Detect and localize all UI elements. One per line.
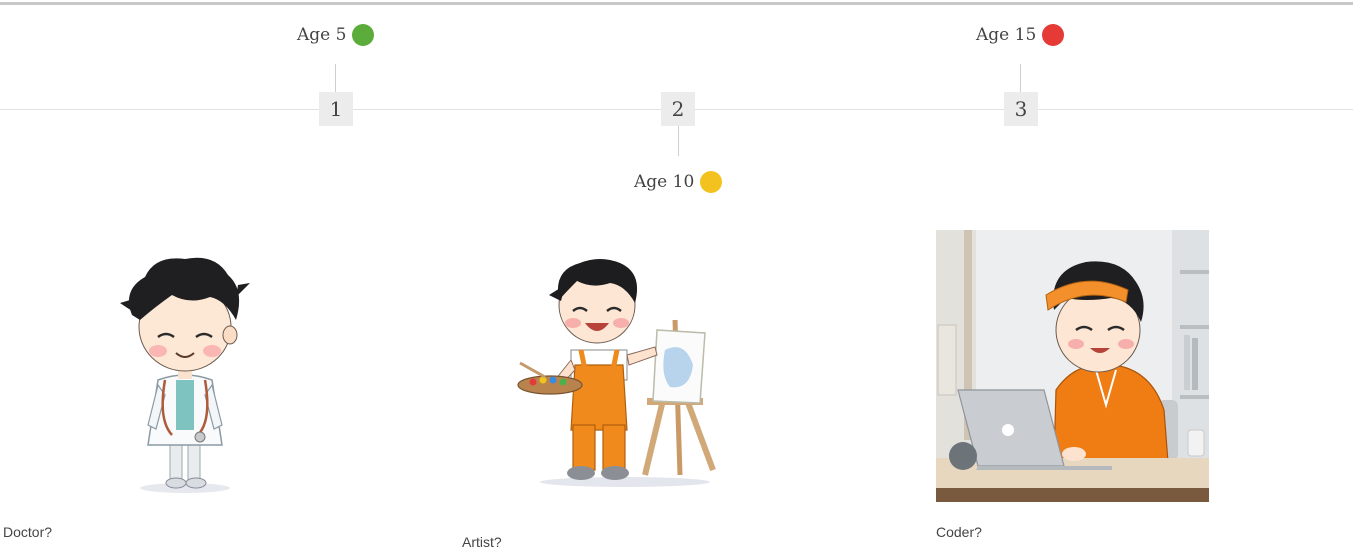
caption-artist: Artist? (462, 534, 502, 550)
coder-boy-illustration (936, 230, 1209, 502)
red-status-dot-icon (1042, 24, 1065, 46)
artist-boy-illustration (517, 259, 716, 487)
top-divider (0, 2, 1353, 5)
doctor-boy-illustration (120, 257, 250, 493)
milestone-1-age: Age 5 (297, 24, 375, 46)
caption-doctor: Doctor? (3, 524, 53, 540)
green-status-dot-icon (352, 24, 375, 46)
milestone-3-age-label: Age 15 (976, 25, 1037, 45)
milestone-1-connector (335, 64, 336, 92)
caption-coder: Coder? (936, 524, 982, 540)
yellow-status-dot-icon (700, 171, 723, 193)
milestone-3-age: Age 15 (976, 24, 1065, 46)
step-2-marker[interactable]: 2 (661, 92, 695, 126)
milestone-3-connector (1020, 64, 1021, 92)
step-1-marker[interactable]: 1 (319, 92, 353, 126)
milestone-1-age-label: Age 5 (297, 25, 347, 45)
milestone-2-connector (678, 126, 679, 156)
milestone-2-age-label: Age 10 (634, 172, 695, 192)
step-3-marker[interactable]: 3 (1004, 92, 1038, 126)
milestone-2-age: Age 10 (634, 171, 723, 193)
